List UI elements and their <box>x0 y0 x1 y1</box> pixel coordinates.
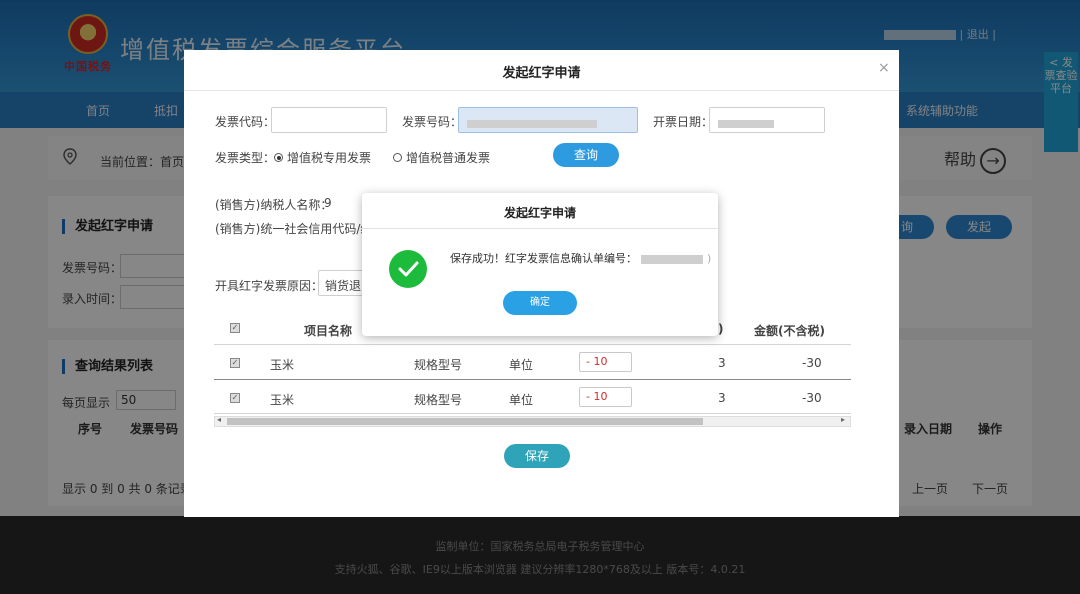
row-spec: 规格型号 <box>414 393 463 407</box>
invoice-number-label: 发票号码： <box>402 115 463 129</box>
row-amount: -30 <box>802 391 822 405</box>
radio-normal-invoice[interactable]: 增值税普通发票 <box>393 149 490 166</box>
row-spec: 规格型号 <box>414 358 463 372</box>
modal-title: 发起红字申请 <box>502 66 581 81</box>
row-checkbox[interactable]: ✓ <box>230 358 240 368</box>
scroll-left-icon[interactable]: ◂ <box>217 415 221 424</box>
row-item-name: 玉米 <box>270 393 295 407</box>
success-check-icon <box>389 250 427 288</box>
success-dialog: 发起红字申请 保存成功！红字发票信息确认单编号：) 确定 <box>362 193 718 336</box>
scroll-right-icon[interactable]: ▸ <box>841 415 845 424</box>
message-tail: ) <box>707 252 712 265</box>
invoice-number-input[interactable] <box>458 107 638 133</box>
masked-value <box>718 119 774 128</box>
col-item-name: 项目名称 <box>304 324 353 338</box>
confirm-button[interactable]: 确定 <box>503 291 577 315</box>
radio-selected-icon <box>274 153 283 162</box>
radio-special-invoice[interactable]: 增值税专用发票 <box>274 149 371 166</box>
invoice-code-input[interactable] <box>271 107 387 133</box>
col-amount: 金额(不含税) <box>754 324 825 338</box>
row-unit: 单位 <box>509 358 534 372</box>
row-quantity-input[interactable]: - 10 <box>579 352 632 372</box>
close-icon[interactable]: × <box>878 60 890 76</box>
invoice-date-input[interactable] <box>709 107 825 133</box>
row-amount: -30 <box>802 356 822 370</box>
row-price: 3 <box>718 356 726 370</box>
divider <box>184 90 899 91</box>
horizontal-scrollbar[interactable]: ◂ ▸ <box>214 415 851 427</box>
divider <box>214 379 851 380</box>
radio-normal-label: 增值税普通发票 <box>406 151 491 165</box>
dialog-title: 发起红字申请 <box>503 206 576 220</box>
row-price: 3 <box>718 391 726 405</box>
seller-credit-code-label: (销售方)统一社会信用代码/纳 <box>215 222 373 236</box>
message-text: 保存成功！红字发票信息确认单编号： <box>450 252 637 265</box>
invoice-date-label: 开票日期： <box>653 115 714 129</box>
divider <box>362 228 718 229</box>
seller-name-value: 9 <box>324 196 332 210</box>
radio-special-label: 增值税专用发票 <box>287 151 372 165</box>
row-checkbox[interactable]: ✓ <box>230 393 240 403</box>
divider <box>214 344 851 345</box>
save-button[interactable]: 保存 <box>504 444 570 468</box>
success-message: 保存成功！红字发票信息确认单编号：) <box>450 250 711 266</box>
col-quantity: ) <box>718 322 724 336</box>
divider <box>214 413 851 414</box>
modal-query-button[interactable]: 查询 <box>553 143 619 167</box>
masked-confirm-number <box>641 254 703 264</box>
row-item-name: 玉米 <box>270 358 295 372</box>
seller-name-label: (销售方)纳税人名称： <box>215 198 333 212</box>
scroll-thumb[interactable] <box>227 418 703 425</box>
row-unit: 单位 <box>509 393 534 407</box>
reason-label: 开具红字发票原因： <box>215 279 324 293</box>
invoice-code-label: 发票代码： <box>215 115 276 129</box>
masked-value <box>467 119 597 128</box>
row-quantity-input[interactable]: - 10 <box>579 387 632 407</box>
select-all-checkbox[interactable]: ✓ <box>230 323 240 333</box>
invoice-type-label: 发票类型： <box>215 151 276 165</box>
radio-empty-icon <box>393 153 402 162</box>
